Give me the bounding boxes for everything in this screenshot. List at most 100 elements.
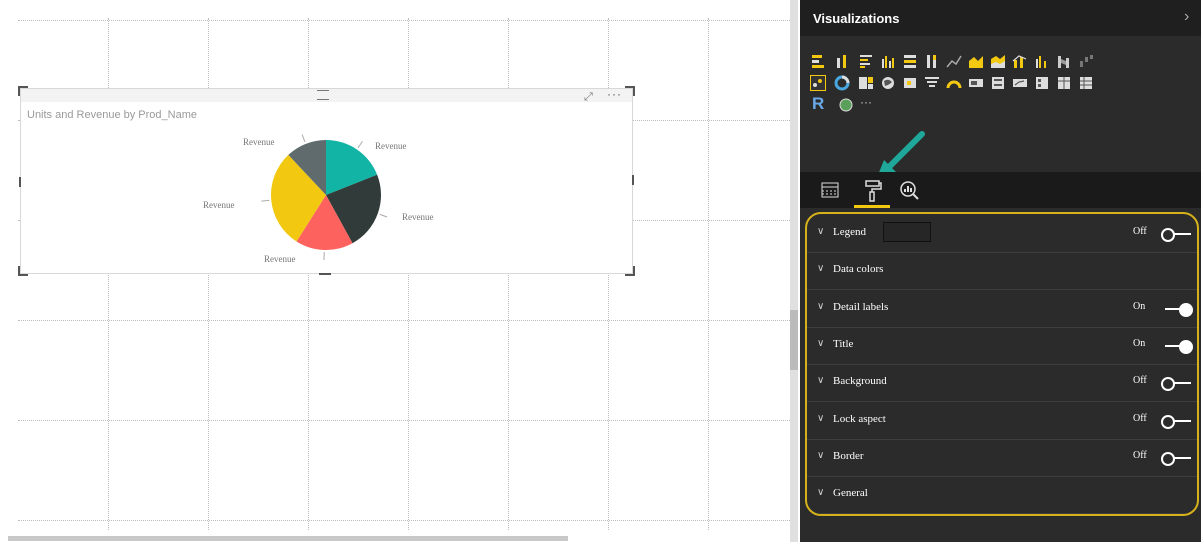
toggle-knob: [1161, 228, 1175, 242]
line-chart-icon[interactable]: [946, 53, 962, 69]
toggle-state-label: Off: [1133, 226, 1147, 237]
format-card-label: Data colors: [833, 263, 884, 276]
pane-header: Visualizations ›: [800, 0, 1201, 36]
pane-title: Visualizations: [813, 11, 900, 26]
visualizations-pane: Visualizations › R ··· ∨ Legend Off ∨ Da…: [800, 0, 1201, 542]
treemap-icon[interactable]: [858, 75, 874, 91]
toggle-switch[interactable]: [1161, 451, 1193, 466]
chevron-down-icon[interactable]: ∨: [817, 375, 824, 386]
area-chart-icon[interactable]: [968, 53, 984, 69]
pie-label: Revenue: [203, 200, 235, 210]
kpi-icon[interactable]: [1012, 75, 1028, 91]
format-card-background[interactable]: ∨ Background Off: [807, 365, 1197, 403]
grid-line: [18, 320, 790, 321]
toggle-state-label: On: [1133, 300, 1146, 312]
toggle-track: [1173, 233, 1191, 235]
line-and-clustered-column-chart-icon[interactable]: [1034, 53, 1050, 69]
format-card-data-colors[interactable]: ∨ Data colors: [807, 253, 1197, 291]
pie-leader-line: [301, 134, 306, 143]
waterfall-chart-icon[interactable]: [1078, 53, 1094, 69]
pie-label: Revenue: [264, 254, 296, 264]
clustered-bar-chart-icon[interactable]: [858, 53, 874, 69]
horizontal-scrollbar[interactable]: [8, 536, 568, 541]
pie-label: Revenue: [375, 141, 407, 151]
active-tab-indicator: [854, 205, 890, 208]
toggle-track: [1173, 456, 1191, 459]
toggle-knob: [1179, 302, 1193, 317]
filled-map-icon[interactable]: [902, 75, 918, 91]
table-icon[interactable]: [1056, 75, 1072, 91]
pie-chart-visual[interactable]: ⤢ ··· Units and Revenue by Prod_Name Rev…: [18, 86, 635, 276]
format-card-title[interactable]: ∨ Title On: [807, 328, 1197, 365]
100-stacked-column-chart-icon[interactable]: [924, 53, 940, 69]
chevron-down-icon[interactable]: ∨: [817, 487, 824, 498]
toggle-state-label: Off: [1133, 375, 1147, 387]
collapse-pane-icon[interactable]: ›: [1184, 8, 1189, 26]
vertical-scrollbar-thumb[interactable]: [790, 310, 798, 370]
grid-line: [18, 20, 790, 21]
chevron-down-icon[interactable]: ∨: [817, 226, 824, 237]
resize-handle[interactable]: [319, 273, 331, 275]
scatter-chart-icon[interactable]: [810, 75, 826, 91]
card-icon[interactable]: [968, 75, 984, 91]
toggle-state-label: Off: [1133, 449, 1147, 461]
multi-row-card-icon[interactable]: [990, 75, 1006, 91]
chevron-down-icon[interactable]: ∨: [817, 450, 824, 461]
matrix-icon[interactable]: [1078, 75, 1094, 91]
slicer-icon[interactable]: [1034, 75, 1050, 91]
format-card-legend[interactable]: ∨ Legend Off: [807, 216, 1197, 253]
chevron-down-icon[interactable]: ∨: [817, 413, 824, 424]
toggle-knob: [1161, 414, 1175, 429]
100-stacked-bar-chart-icon[interactable]: [902, 53, 918, 69]
format-card-general[interactable]: ∨ General: [807, 477, 1197, 514]
r-script-visual-icon[interactable]: R: [812, 94, 828, 113]
format-card-label: Legend: [833, 226, 866, 238]
globe-map-icon[interactable]: [838, 97, 854, 113]
visual-gallery: R ···: [808, 40, 1188, 170]
toggle-knob: [1161, 377, 1175, 392]
format-card-border[interactable]: ∨ Border Off: [807, 440, 1197, 477]
format-properties-list: ∨ Legend Off ∨ Data colors ∨ Detail labels On ∨ T…: [805, 212, 1199, 516]
ribbon-chart-icon[interactable]: [1056, 53, 1072, 69]
toggle-switch[interactable]: [1161, 414, 1193, 429]
format-card-detail-labels[interactable]: ∨ Detail labels On: [807, 291, 1197, 328]
format-card-label: Detail labels: [833, 300, 889, 313]
stacked-column-chart-icon[interactable]: [834, 53, 850, 69]
pie-leader-line: [357, 140, 363, 149]
pie-leader-line: [261, 199, 270, 202]
toggle-knob: [1179, 339, 1193, 354]
resize-handle[interactable]: [632, 175, 634, 185]
toggle-switch[interactable]: [1161, 376, 1193, 392]
tab-analytics[interactable]: [898, 179, 920, 203]
grid-line: [708, 18, 709, 530]
format-card-label: Background: [833, 375, 887, 388]
toggle-switch[interactable]: [1161, 339, 1193, 354]
more-visuals-icon[interactable]: ···: [860, 95, 884, 111]
toggle-track: [1173, 419, 1191, 422]
pie-chart-icon[interactable]: [834, 75, 850, 91]
tab-fields[interactable]: [820, 180, 842, 204]
funnel-icon[interactable]: [924, 75, 940, 91]
toggle-switch[interactable]: [1161, 227, 1193, 242]
toggle-state-label: Off: [1133, 412, 1147, 424]
vertical-scrollbar[interactable]: [790, 0, 798, 542]
toggle-switch[interactable]: [1161, 302, 1193, 317]
pie-label: Revenue: [243, 137, 275, 147]
format-card-label: Border: [833, 449, 864, 462]
tooltip-box: [883, 222, 931, 242]
line-and-stacked-column-chart-icon[interactable]: [1012, 53, 1028, 69]
format-card-lock-aspect[interactable]: ∨ Lock aspect Off: [807, 403, 1197, 440]
toggle-track: [1173, 382, 1191, 385]
gauge-icon[interactable]: [946, 75, 962, 91]
chevron-down-icon[interactable]: ∨: [817, 338, 824, 349]
pie-leader-line: [379, 213, 388, 218]
clustered-column-chart-icon[interactable]: [880, 53, 896, 69]
map-icon[interactable]: [880, 75, 896, 91]
stacked-bar-chart-icon[interactable]: [810, 53, 826, 69]
stacked-area-chart-icon[interactable]: [990, 53, 1006, 69]
tab-format[interactable]: [861, 179, 883, 203]
chevron-down-icon[interactable]: ∨: [817, 263, 824, 274]
toggle-state-label: On: [1133, 337, 1146, 349]
chevron-down-icon[interactable]: ∨: [817, 301, 824, 312]
report-canvas[interactable]: ⤢ ··· Units and Revenue by Prod_Name Rev…: [0, 0, 800, 542]
